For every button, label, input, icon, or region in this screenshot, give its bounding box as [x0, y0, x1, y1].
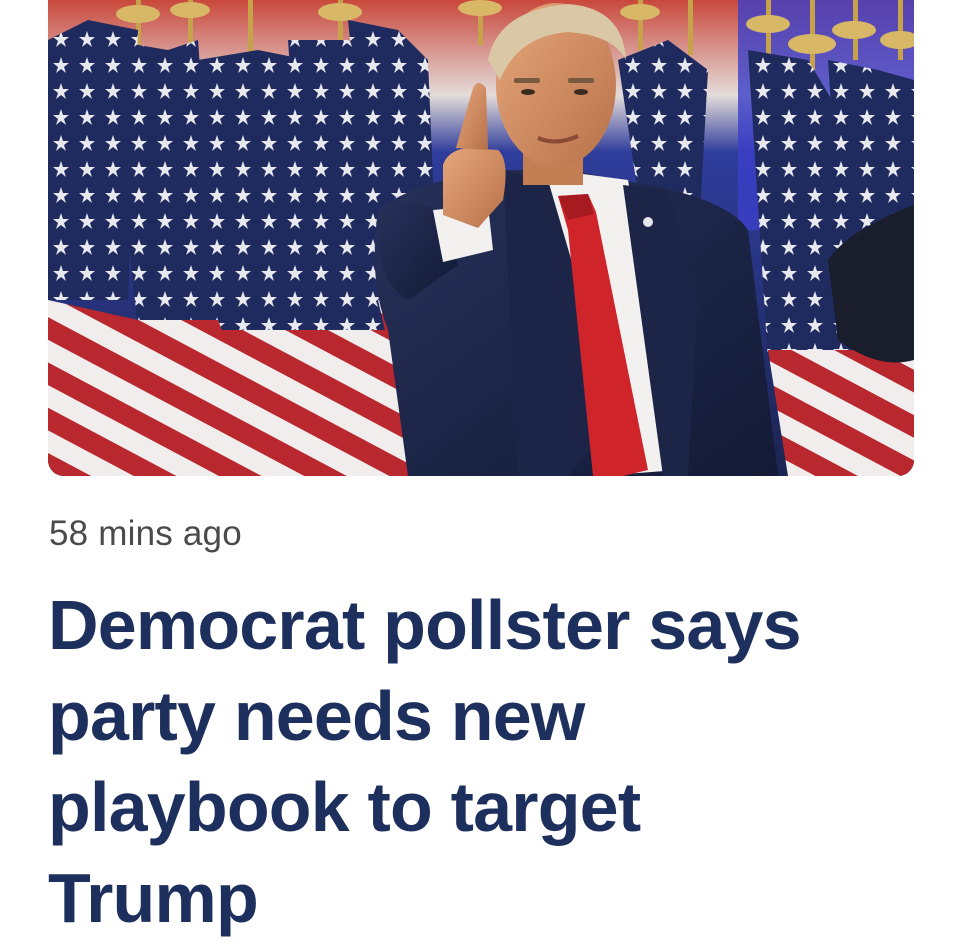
headline-line: Trump: [48, 859, 259, 937]
headline-line: Democrat pollster says: [48, 586, 802, 664]
headline-line: playbook to target: [48, 768, 641, 846]
article-timestamp: 58 mins ago: [49, 514, 242, 553]
news-article-card[interactable]: 58 mins ago Democrat pollster says party…: [0, 0, 960, 946]
hero-photo-illustration: [48, 0, 914, 476]
article-headline[interactable]: Democrat pollster says party needs new p…: [48, 580, 908, 944]
hero-photo[interactable]: [48, 0, 914, 476]
headline-line: party needs new: [48, 677, 585, 755]
